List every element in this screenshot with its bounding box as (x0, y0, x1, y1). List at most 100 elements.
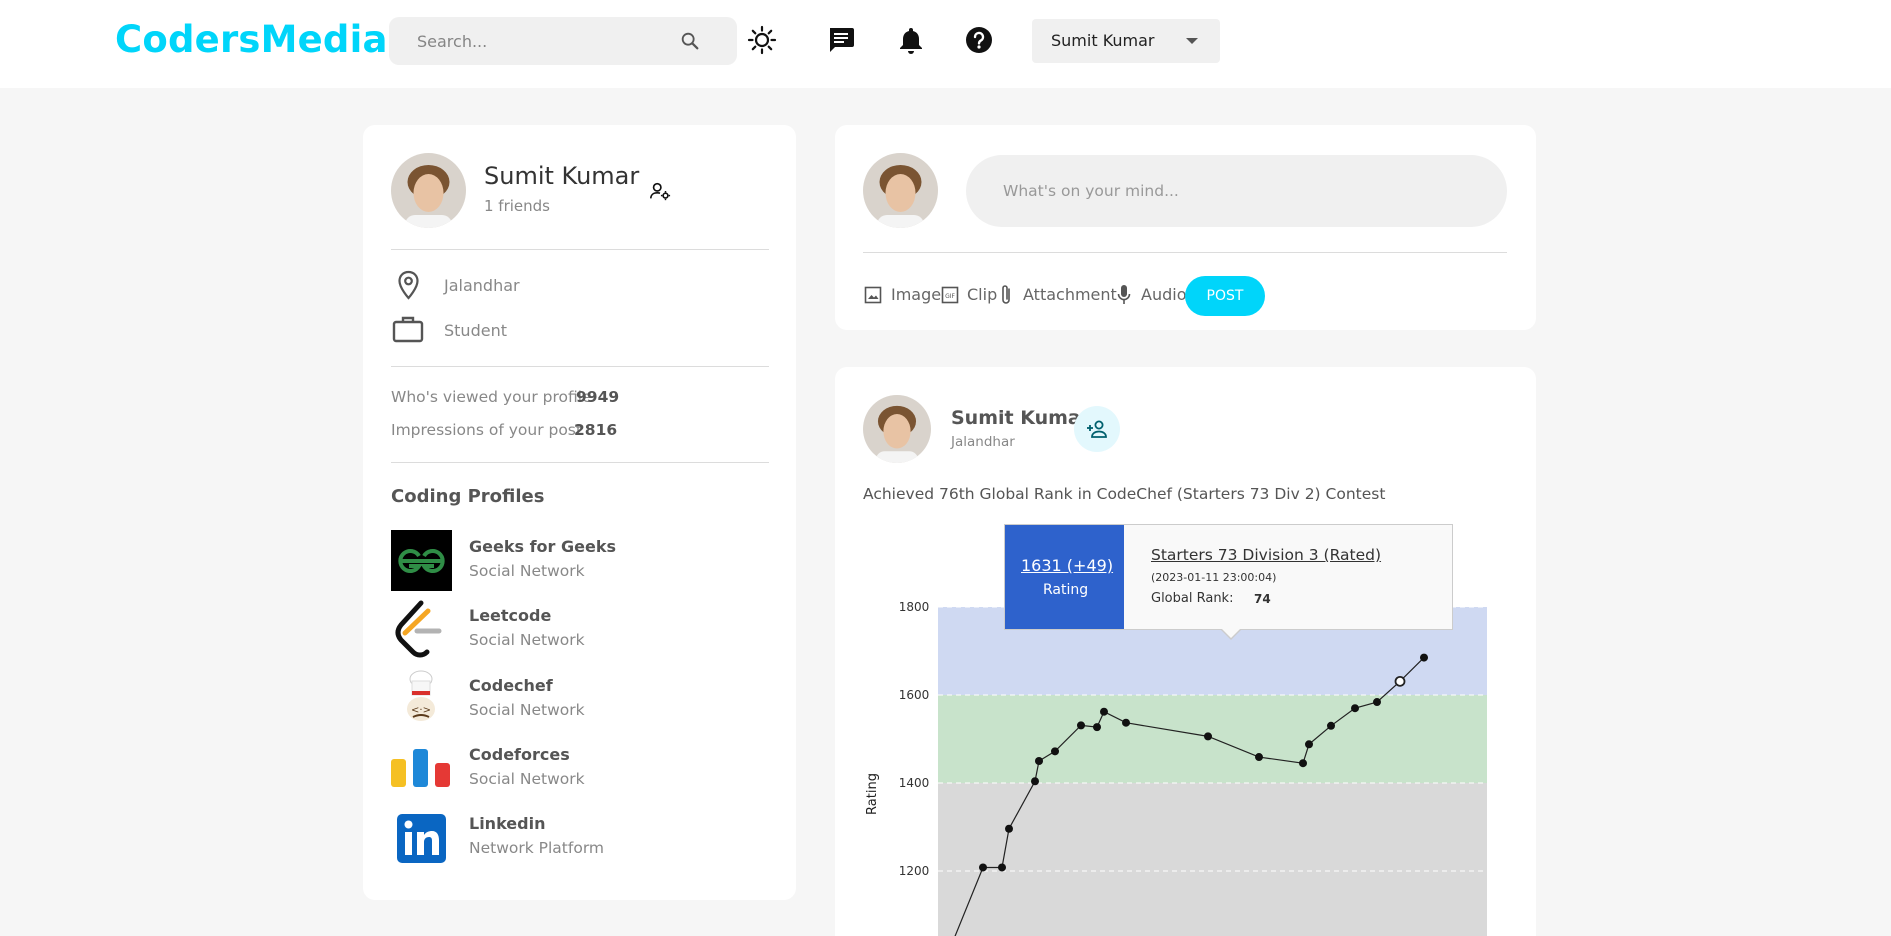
leetcode-logo-icon[interactable] (391, 599, 452, 660)
microphone-icon[interactable] (1116, 284, 1132, 306)
profile-card: Sumit Kumar 1 friends Jalandhar Student … (363, 125, 796, 900)
profile-name[interactable]: Sumit Kumar (484, 162, 639, 190)
data-point[interactable] (1373, 698, 1381, 707)
rating-tooltip: 1631 (+49) Rating Starters 73 Division 3… (1004, 524, 1453, 630)
briefcase-icon (392, 316, 424, 343)
y-tick-label: 1800 (899, 600, 930, 614)
search-input[interactable]: Search... (417, 32, 487, 51)
add-friend-button[interactable] (1074, 406, 1120, 452)
search-icon[interactable] (679, 30, 701, 52)
user-select-label: Sumit Kumar (1051, 31, 1155, 50)
svg-text:GIF: GIF (945, 293, 955, 300)
divider (391, 366, 769, 367)
data-point[interactable] (1255, 753, 1263, 762)
audio-action[interactable]: Audio (1141, 285, 1186, 304)
data-point[interactable] (1051, 747, 1059, 756)
message-icon[interactable] (826, 25, 856, 55)
coding-profile-name[interactable]: Codechef (469, 676, 553, 695)
data-point[interactable] (1420, 653, 1428, 662)
sun-icon[interactable] (747, 25, 777, 55)
rating-band (938, 783, 1487, 936)
image-icon[interactable] (864, 286, 882, 304)
y-axis-label: Rating (865, 773, 880, 815)
coding-profile-sub: Network Platform (469, 839, 605, 857)
data-point[interactable] (1077, 721, 1085, 730)
coding-profile-sub: Social Network (469, 701, 585, 719)
y-tick-label: 1200 (899, 864, 930, 878)
clip-action[interactable]: Clip (967, 285, 997, 304)
avatar[interactable] (863, 395, 931, 463)
coding-profile-name[interactable]: Linkedin (469, 814, 545, 833)
data-point[interactable] (1031, 777, 1039, 786)
tooltip-contest-link[interactable]: Starters 73 Division 3 (Rated) (1151, 546, 1381, 564)
data-point[interactable] (1327, 721, 1335, 730)
data-point[interactable] (979, 863, 987, 872)
divider (391, 462, 769, 463)
search-box[interactable]: Search... (389, 17, 737, 65)
data-point[interactable] (1122, 718, 1130, 727)
coding-profile-sub: Social Network (469, 631, 585, 649)
manage-account-icon[interactable] (649, 180, 671, 202)
friends-count: 1 friends (484, 197, 550, 215)
post-card: Sumit Kumar Jalandhar Achieved 76th Glob… (835, 367, 1536, 936)
help-icon[interactable] (964, 25, 994, 55)
codeforces-logo-icon[interactable] (391, 739, 452, 800)
paperclip-icon[interactable] (998, 283, 1014, 307)
profile-views-value: 9949 (576, 388, 620, 406)
linkedin-logo-icon[interactable] (391, 808, 452, 869)
tooltip-date: (2023-01-11 23:00:04) (1151, 571, 1277, 584)
gif-icon[interactable]: GIF (941, 286, 959, 304)
avatar[interactable] (863, 153, 938, 228)
rating-band (938, 695, 1487, 783)
post-button[interactable]: POST (1185, 276, 1265, 316)
post-text: Achieved 76th Global Rank in CodeChef (S… (863, 485, 1386, 503)
bell-icon[interactable] (896, 25, 926, 55)
impressions-value: 2816 (574, 421, 618, 439)
post-input-placeholder: What's on your mind... (1003, 182, 1179, 200)
composer-card: What's on your mind... Image GIF Clip At… (835, 125, 1536, 330)
gfg-logo-icon[interactable] (391, 530, 452, 591)
occupation-text: Student (444, 321, 507, 340)
coding-profile-name[interactable]: Leetcode (469, 606, 551, 625)
post-author[interactable]: Sumit Kumar (951, 407, 1090, 429)
logo[interactable]: CodersMedia (115, 18, 388, 61)
data-point[interactable] (1351, 704, 1359, 713)
post-location: Jalandhar (951, 434, 1015, 450)
codechef-logo-icon[interactable]: <·> (391, 669, 452, 730)
data-point[interactable] (1299, 759, 1307, 768)
profile-views-label: Who's viewed your profile (391, 388, 592, 406)
tooltip-rating-box: 1631 (+49) Rating (1005, 525, 1124, 629)
y-tick-label: 1400 (899, 776, 930, 790)
tooltip-pointer-fill (1221, 628, 1241, 638)
data-point[interactable] (1005, 824, 1013, 833)
tooltip-rating-label: Rating (1043, 582, 1089, 598)
chevron-down-icon[interactable] (1186, 38, 1198, 44)
data-point[interactable] (1093, 723, 1101, 732)
y-tick-labels: 18001600140012001000 (899, 600, 930, 878)
person-add-icon (1087, 420, 1107, 438)
user-select[interactable]: Sumit Kumar (1032, 19, 1220, 63)
coding-profiles-title: Coding Profiles (391, 486, 545, 507)
data-point[interactable] (1100, 707, 1108, 716)
impressions-label: Impressions of your post (391, 421, 582, 439)
location-text: Jalandhar (444, 276, 520, 295)
data-point[interactable] (998, 863, 1006, 872)
selected-data-point[interactable] (1394, 675, 1406, 687)
navbar: CodersMedia Search... Sumit Kumar (0, 0, 1891, 88)
y-tick-label: 1600 (899, 688, 930, 702)
avatar[interactable] (391, 153, 466, 228)
data-point[interactable] (1204, 732, 1212, 741)
post-input[interactable]: What's on your mind... (966, 155, 1507, 227)
divider (391, 249, 769, 250)
coding-profile-sub: Social Network (469, 770, 585, 788)
coding-profile-name[interactable]: Geeks for Geeks (469, 537, 616, 556)
rating-bands (938, 607, 1487, 936)
location-icon (398, 270, 419, 300)
attachment-action[interactable]: Attachment (1023, 285, 1117, 304)
coding-profile-sub: Social Network (469, 562, 585, 580)
image-action[interactable]: Image (891, 285, 941, 304)
coding-profile-name[interactable]: Codeforces (469, 745, 570, 764)
data-point[interactable] (1035, 757, 1043, 765)
data-point[interactable] (1305, 740, 1313, 749)
tooltip-rating-value[interactable]: 1631 (+49) (1021, 556, 1113, 575)
